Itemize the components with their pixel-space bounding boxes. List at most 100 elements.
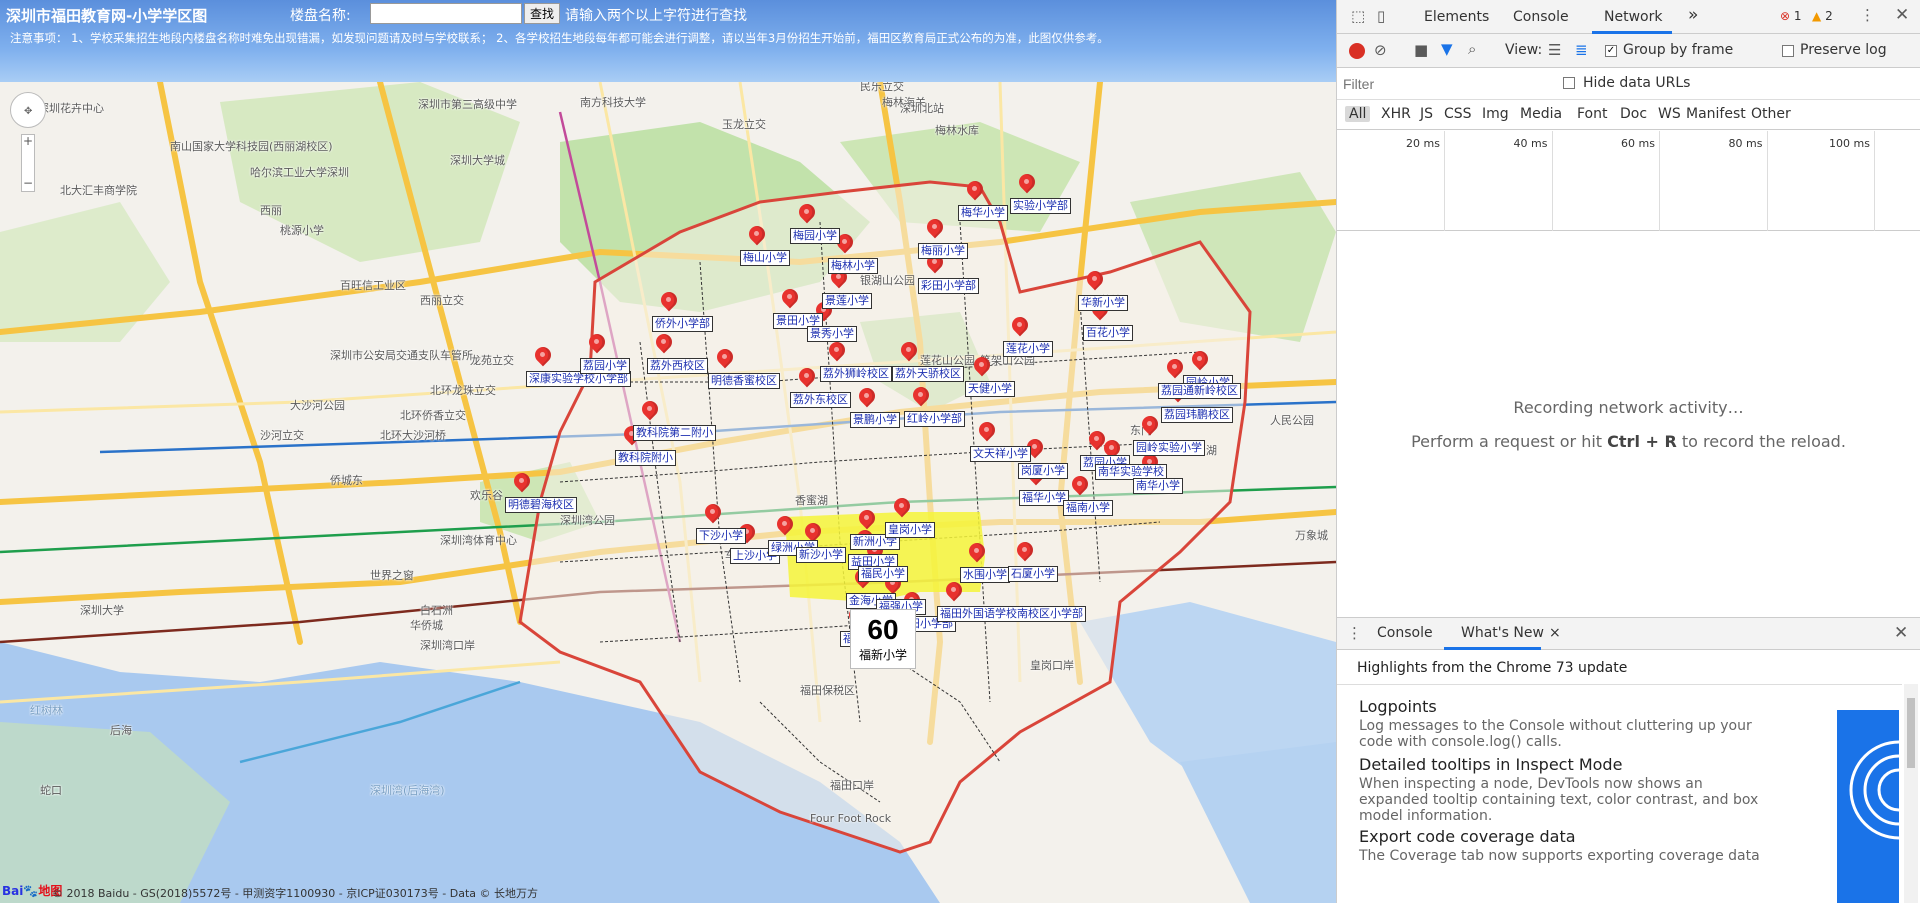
tab-elements[interactable]: Elements <box>1424 9 1489 25</box>
school-marker-pin[interactable] <box>660 292 678 316</box>
map-canvas[interactable]: 深圳花卉中心 南方科技大学 民乐立交 梅林海关 深圳市第三高级中学 玉龙立交 深圳北站 南山国… <box>0 82 1336 903</box>
type-filter-xhr[interactable]: XHR <box>1381 106 1411 122</box>
school-marker-pin[interactable] <box>978 422 996 446</box>
school-marker-pin[interactable] <box>828 342 846 366</box>
type-filter-doc[interactable]: Doc <box>1620 106 1647 122</box>
zoom-out-button[interactable]: − <box>22 177 34 191</box>
school-marker-pin[interactable] <box>704 504 722 528</box>
school-marker-pin[interactable] <box>1191 351 1209 375</box>
school-marker-pin[interactable] <box>641 401 659 425</box>
school-zone-label[interactable]: 天健小学 <box>965 381 1015 397</box>
school-zone-label[interactable]: 福田外国语学校南校区小学部 <box>937 606 1086 622</box>
close-devtools-icon[interactable]: ✕ <box>1895 5 1909 25</box>
type-filter-js[interactable]: JS <box>1420 106 1433 122</box>
zone-count-box[interactable]: 60 福新小学 <box>850 609 916 669</box>
school-zone-label[interactable]: 下沙小学 <box>696 528 746 544</box>
drawer-menu-icon[interactable]: ⋮ <box>1347 624 1362 642</box>
tab-network[interactable]: Network <box>1604 9 1662 25</box>
school-zone-label[interactable]: 福南小学 <box>1063 500 1113 516</box>
school-zone-label[interactable]: 彩田小学部 <box>918 278 979 294</box>
school-zone-label[interactable]: 景秀小学 <box>807 326 857 342</box>
school-zone-label[interactable]: 荔园通新岭校区 <box>1158 383 1241 399</box>
capture-screenshots-icon[interactable]: ■ <box>1414 41 1428 59</box>
school-marker-pin[interactable] <box>926 219 944 243</box>
map-pan-control[interactable]: ✥ <box>10 92 46 128</box>
drawer-tab-console[interactable]: Console <box>1377 625 1433 641</box>
school-marker-pin[interactable] <box>1071 476 1089 500</box>
close-whats-new-tab[interactable]: × <box>1549 625 1561 641</box>
school-zone-label[interactable]: 侨外小学部 <box>652 316 713 332</box>
school-zone-label[interactable]: 福华小学 <box>1019 490 1069 506</box>
type-filter-media[interactable]: Media <box>1520 106 1562 122</box>
tab-console[interactable]: Console <box>1513 9 1569 25</box>
school-marker-pin[interactable] <box>748 226 766 250</box>
drawer-tab-whats-new[interactable]: What's New <box>1461 625 1544 641</box>
school-zone-label[interactable]: 南华小学 <box>1133 478 1183 494</box>
school-marker-pin[interactable] <box>781 289 799 313</box>
school-marker-pin[interactable] <box>1018 174 1036 198</box>
type-filter-all[interactable]: All <box>1345 106 1371 122</box>
type-filter-img[interactable]: Img <box>1482 106 1509 122</box>
school-zone-label[interactable]: 新沙小学 <box>796 547 846 563</box>
school-marker-pin[interactable] <box>966 181 984 205</box>
school-zone-label[interactable]: 百花小学 <box>1083 325 1133 341</box>
school-marker-pin[interactable] <box>973 357 991 381</box>
school-zone-label[interactable]: 皇岗小学 <box>885 522 935 538</box>
drawer-scrollbar[interactable] <box>1904 684 1918 903</box>
type-filter-other[interactable]: Other <box>1751 106 1791 122</box>
close-drawer-icon[interactable]: ✕ <box>1894 623 1908 643</box>
warning-count-badge[interactable]: ▲ 2 <box>1812 9 1833 23</box>
network-timeline-overview[interactable]: 20 ms 40 ms 60 ms 80 ms 100 ms <box>1337 131 1920 231</box>
scrollbar-thumb[interactable] <box>1907 698 1915 768</box>
whats-new-item[interactable]: Export code coverage data The Coverage t… <box>1359 827 1769 864</box>
school-zone-label[interactable]: 荔外狮岭校区 <box>820 366 892 382</box>
school-zone-label[interactable]: 福民小学 <box>858 566 908 582</box>
group-by-frame-checkbox[interactable]: ✓ <box>1605 45 1617 57</box>
whats-new-item[interactable]: Logpoints Log messages to the Console wi… <box>1359 697 1769 750</box>
school-marker-pin[interactable] <box>716 349 734 373</box>
type-filter-manifest[interactable]: Manifest <box>1686 106 1746 122</box>
school-marker-pin[interactable] <box>900 342 918 366</box>
school-marker-pin[interactable] <box>1086 271 1104 295</box>
building-search-input[interactable] <box>370 3 522 24</box>
school-zone-label[interactable]: 景莲小学 <box>822 293 872 309</box>
school-zone-label[interactable]: 实验小学部 <box>1010 198 1071 214</box>
school-marker-pin[interactable] <box>1166 359 1184 383</box>
school-marker-pin[interactable] <box>912 387 930 411</box>
school-marker-pin[interactable] <box>513 473 531 497</box>
more-tabs-button[interactable]: » <box>1688 5 1698 25</box>
school-marker-pin[interactable] <box>893 498 911 522</box>
school-zone-label[interactable]: 梅山小学 <box>740 250 790 266</box>
school-zone-label[interactable]: 石厦小学 <box>1008 566 1058 582</box>
school-zone-label[interactable]: 岗厦小学 <box>1018 463 1068 479</box>
school-zone-label[interactable]: 园岭实验小学 <box>1133 440 1205 456</box>
device-toolbar-icon[interactable]: ▯ <box>1377 7 1385 25</box>
school-marker-pin[interactable] <box>1141 416 1159 440</box>
type-filter-font[interactable]: Font <box>1577 106 1607 122</box>
type-filter-css[interactable]: CSS <box>1444 106 1472 122</box>
school-zone-label[interactable]: 明德香蜜校区 <box>708 373 780 389</box>
type-filter-ws[interactable]: WS <box>1658 106 1681 122</box>
school-zone-label[interactable]: 荔园小学 <box>580 358 630 374</box>
school-marker-pin[interactable] <box>858 388 876 412</box>
school-marker-pin[interactable] <box>798 204 816 228</box>
school-zone-label[interactable]: 华新小学 <box>1078 295 1128 311</box>
whats-new-item[interactable]: Detailed tooltips in Inspect Mode When i… <box>1359 755 1769 824</box>
school-marker-pin[interactable] <box>776 516 794 540</box>
error-count-badge[interactable]: ⊗ 1 <box>1780 9 1802 23</box>
school-marker-pin[interactable] <box>798 368 816 392</box>
school-marker-pin[interactable] <box>588 334 606 358</box>
hide-data-urls-checkbox[interactable] <box>1563 77 1575 89</box>
large-rows-icon[interactable]: ☰ <box>1548 41 1561 59</box>
zoom-in-button[interactable]: + <box>22 135 34 149</box>
school-marker-pin[interactable] <box>968 543 986 567</box>
school-zone-label[interactable]: 荔园玮鹏校区 <box>1161 407 1233 423</box>
filter-input[interactable] <box>1341 73 1551 95</box>
school-zone-label[interactable]: 荔外西校区 <box>647 358 708 374</box>
clear-icon[interactable]: ⊘ <box>1374 41 1387 59</box>
school-zone-label[interactable]: 明德碧海校区 <box>505 497 577 513</box>
inspect-element-icon[interactable]: ⬚ <box>1351 7 1365 25</box>
school-zone-label[interactable]: 教科院附小 <box>615 450 676 466</box>
school-zone-label[interactable]: 荔外东校区 <box>790 392 851 408</box>
record-button[interactable] <box>1349 43 1365 59</box>
